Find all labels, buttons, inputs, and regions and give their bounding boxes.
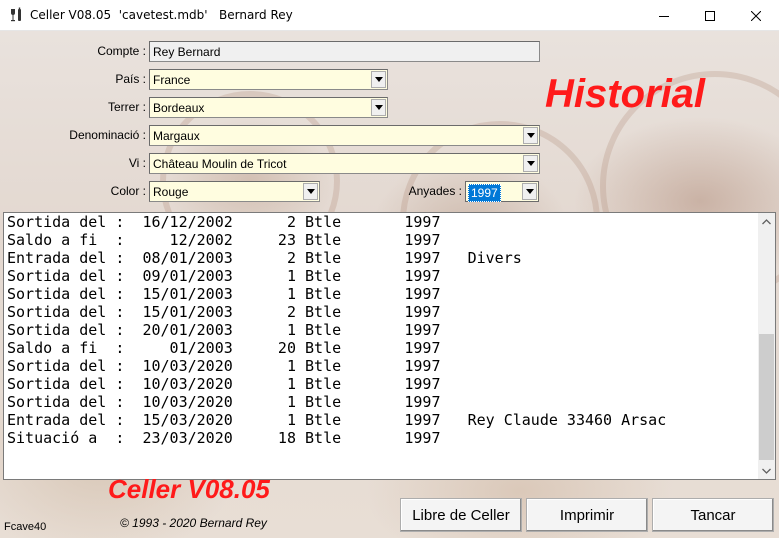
chevron-up-icon bbox=[762, 218, 771, 224]
chevron-down-icon bbox=[306, 189, 315, 194]
maximize-icon bbox=[705, 10, 715, 21]
chevron-down-icon bbox=[374, 77, 383, 82]
denominacio-label: Denominació : bbox=[69, 128, 146, 142]
libre-de-celler-label: Libre de Celler bbox=[412, 506, 510, 524]
tancar-button[interactable]: Tancar bbox=[652, 498, 774, 532]
terrer-select[interactable]: Bordeaux bbox=[149, 97, 388, 118]
libre-de-celler-button[interactable]: Libre de Celler bbox=[400, 498, 522, 532]
minimize-button[interactable] bbox=[641, 0, 687, 31]
vi-select[interactable]: Château Moulin de Tricot bbox=[149, 153, 540, 174]
history-row: Sortida del : 20/01/2003 1 Btle 1997 bbox=[7, 321, 441, 339]
scroll-up-button[interactable] bbox=[758, 213, 775, 230]
compte-label: Compte : bbox=[97, 44, 146, 58]
form-id-label: Fcave40 bbox=[4, 521, 47, 533]
history-row: Saldo a fi : 12/2002 23 Btle 1997 bbox=[7, 231, 441, 249]
terrer-dropdown-button[interactable] bbox=[371, 99, 386, 116]
terrer-label: Terrer : bbox=[107, 100, 146, 114]
vi-dropdown-button[interactable] bbox=[523, 155, 538, 172]
chevron-down-icon bbox=[374, 105, 383, 110]
wine-glass-icon bbox=[8, 7, 24, 23]
window-title: Celler V08.05 'cavetest.mdb' Bernard Rey bbox=[30, 8, 293, 22]
history-row: Sortida del : 10/03/2020 1 Btle 1997 bbox=[7, 375, 441, 393]
imprimir-button[interactable]: Imprimir bbox=[526, 498, 648, 532]
historial-heading: Historial bbox=[545, 72, 706, 116]
minimize-icon bbox=[659, 15, 669, 17]
denominacio-dropdown-button[interactable] bbox=[523, 127, 538, 144]
vi-value: Château Moulin de Tricot bbox=[153, 157, 287, 171]
anyades-label: Anyades : bbox=[408, 184, 462, 198]
pais-value: France bbox=[153, 73, 191, 87]
denominacio-value: Margaux bbox=[153, 129, 200, 143]
color-value: Rouge bbox=[153, 185, 189, 199]
history-list[interactable]: Sortida del : 16/12/2002 2 Btle 1997 Sald… bbox=[3, 212, 776, 480]
pais-select[interactable]: France bbox=[149, 69, 388, 90]
history-row: Saldo a fi : 01/2003 20 Btle 1997 bbox=[7, 339, 441, 357]
anyades-value: 1997 bbox=[468, 184, 501, 202]
vi-label: Vi : bbox=[128, 156, 146, 170]
scroll-thumb[interactable] bbox=[759, 334, 774, 460]
close-button[interactable] bbox=[733, 0, 779, 31]
maximize-button[interactable] bbox=[687, 0, 733, 31]
pais-dropdown-button[interactable] bbox=[371, 71, 386, 88]
history-row: Entrada del : 15/03/2020 1 Btle 1997 Rey… bbox=[7, 411, 667, 429]
anyades-select[interactable]: 1997 bbox=[465, 181, 539, 202]
chevron-down-icon bbox=[762, 468, 771, 474]
history-row: Sortida del : 09/01/2003 1 Btle 1997 bbox=[7, 267, 441, 285]
chevron-down-icon bbox=[526, 133, 535, 138]
color-label: Color : bbox=[110, 184, 146, 198]
history-rows: Sortida del : 16/12/2002 2 Btle 1997 Sald… bbox=[7, 213, 757, 447]
copyright-text: © 1993 - 2020 Bernard Rey bbox=[120, 516, 267, 530]
history-row: Sortida del : 10/03/2020 1 Btle 1997 bbox=[7, 393, 441, 411]
scroll-down-button[interactable] bbox=[758, 462, 775, 479]
history-row: Sortida del : 15/01/2003 1 Btle 1997 bbox=[7, 285, 441, 303]
anyades-dropdown-button[interactable] bbox=[522, 183, 537, 200]
history-row: Sortida del : 16/12/2002 2 Btle 1997 bbox=[7, 213, 441, 231]
close-icon bbox=[751, 10, 761, 21]
history-row: Situació a : 23/03/2020 18 Btle 1997 bbox=[7, 429, 441, 447]
history-row: Sortida del : 10/03/2020 1 Btle 1997 bbox=[7, 357, 441, 375]
chevron-down-icon bbox=[526, 161, 535, 166]
imprimir-label: Imprimir bbox=[559, 506, 615, 524]
history-row: Entrada del : 08/01/2003 2 Btle 1997 Div… bbox=[7, 249, 522, 267]
tancar-label: Tancar bbox=[690, 506, 736, 524]
pais-label: País : bbox=[115, 72, 146, 86]
color-select[interactable]: Rouge bbox=[149, 181, 320, 202]
color-dropdown-button[interactable] bbox=[303, 183, 318, 200]
chevron-down-icon bbox=[525, 189, 534, 194]
title-bar: Celler V08.05 'cavetest.mdb' Bernard Rey bbox=[0, 0, 779, 31]
compte-field[interactable]: Rey Bernard bbox=[149, 41, 540, 62]
app-name-logo: Celler V08.05 bbox=[108, 474, 270, 504]
history-row: Sortida del : 15/01/2003 2 Btle 1997 bbox=[7, 303, 441, 321]
client-area: Compte : Rey Bernard País : France Terre… bbox=[0, 31, 779, 538]
terrer-value: Bordeaux bbox=[153, 101, 205, 115]
vertical-scrollbar[interactable] bbox=[758, 213, 775, 479]
denominacio-select[interactable]: Margaux bbox=[149, 125, 540, 146]
